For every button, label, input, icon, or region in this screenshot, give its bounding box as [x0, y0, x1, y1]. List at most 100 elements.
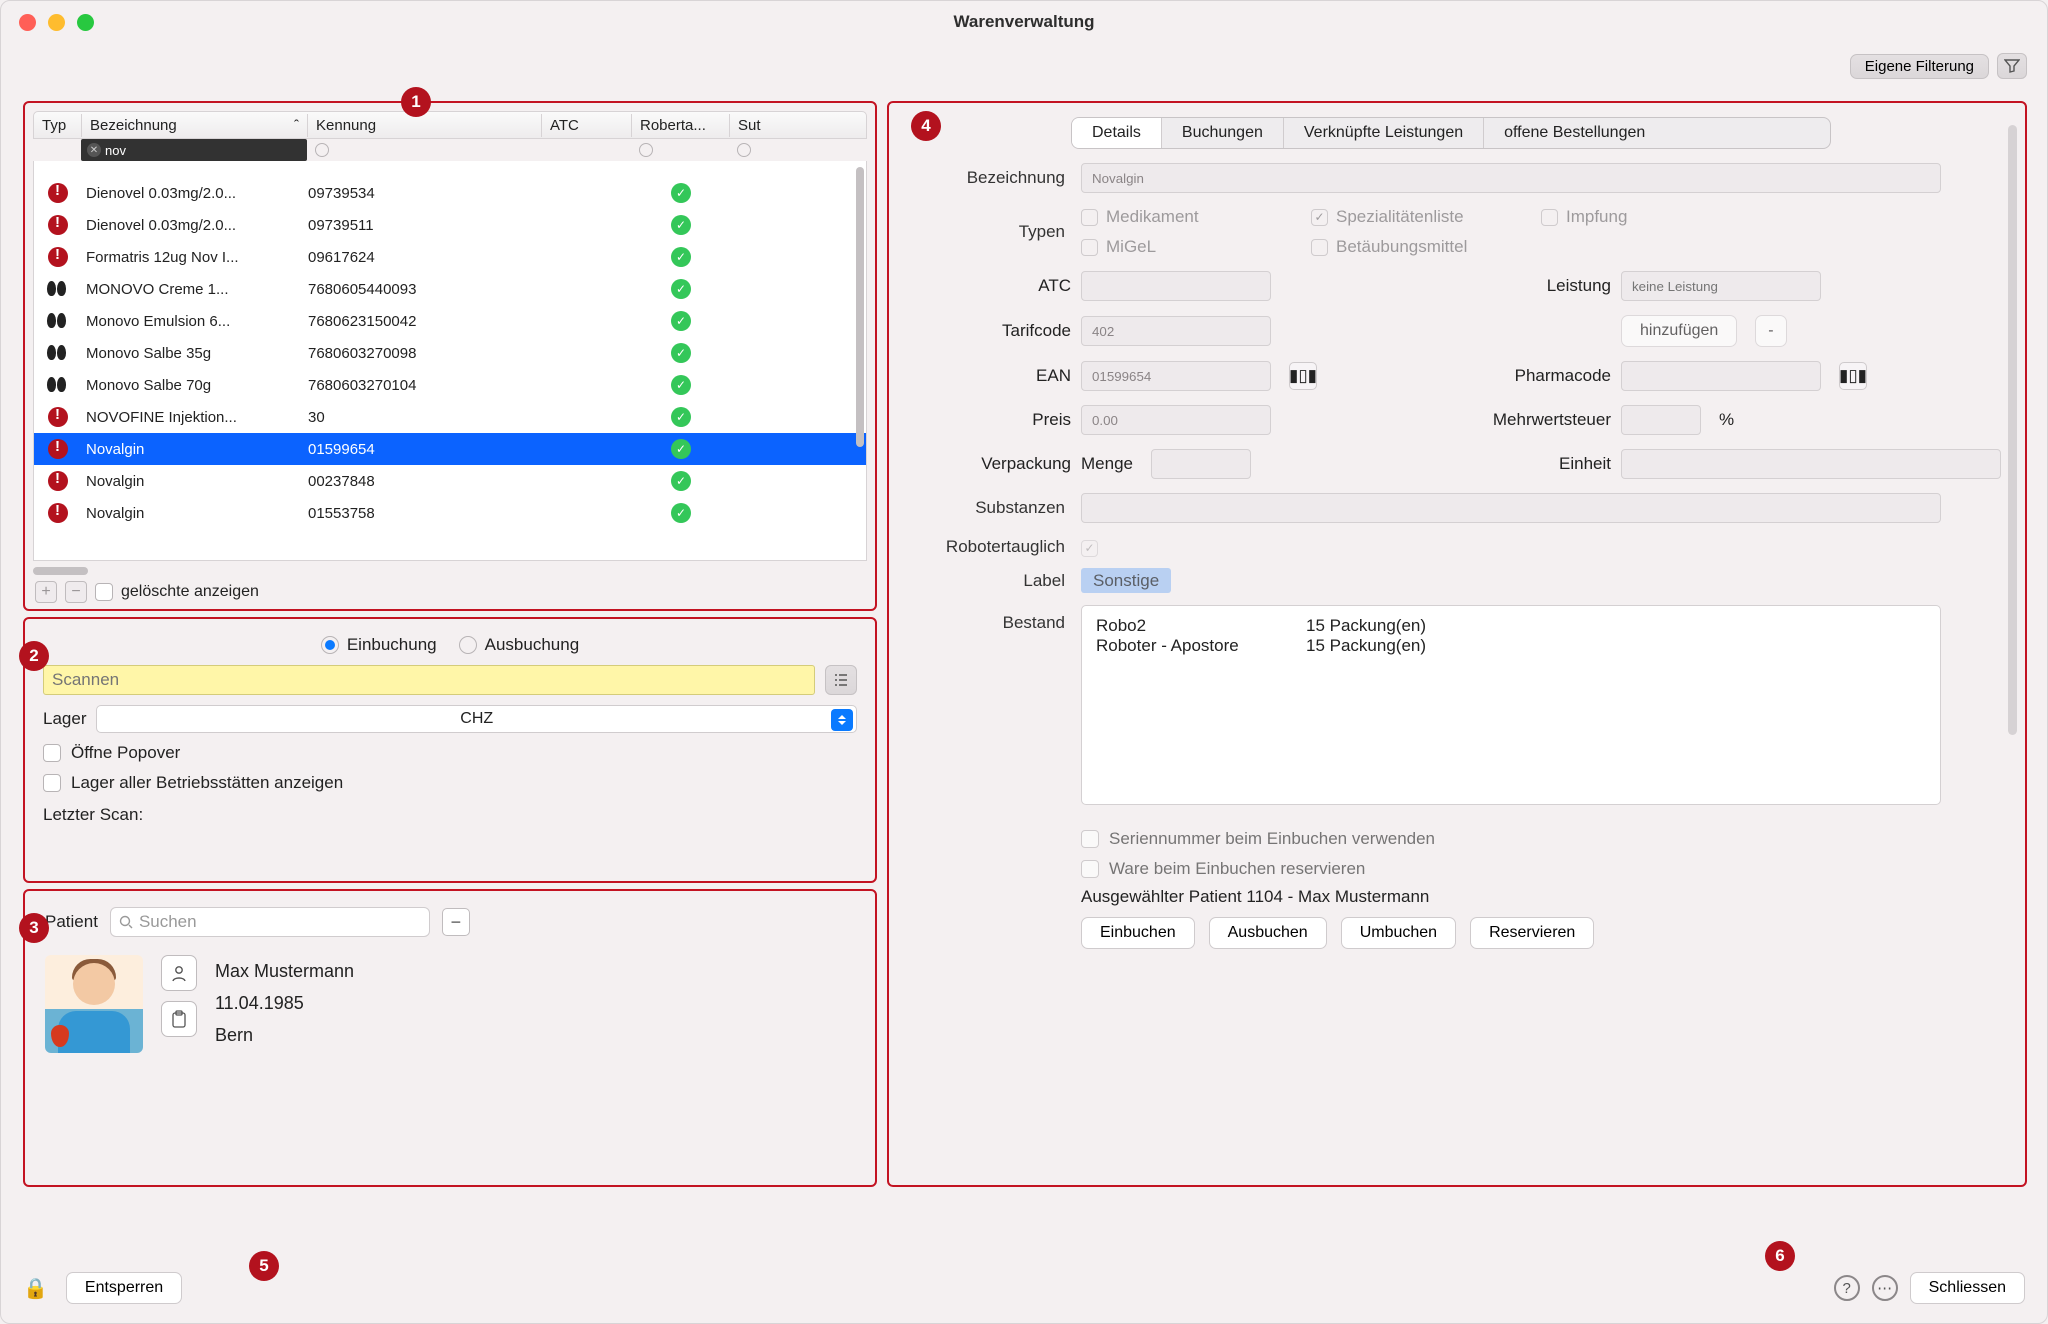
help-button[interactable]: ?: [1834, 1275, 1860, 1301]
check-icon: ✓: [671, 439, 691, 459]
titlebar: Warenverwaltung: [1, 1, 2047, 43]
patient-city: Bern: [215, 1019, 354, 1051]
table-row[interactable]: Monovo Salbe 70g7680603270104✓: [34, 369, 866, 401]
add-leistung-button[interactable]: hinzufügen: [1621, 315, 1737, 347]
reservieren-button[interactable]: Reservieren: [1470, 917, 1594, 949]
tab-leistungen[interactable]: Verknüpfte Leistungen: [1284, 118, 1484, 148]
own-filter-button[interactable]: Eigene Filterung: [1850, 54, 1989, 79]
all-locations-checkbox[interactable]: [43, 774, 61, 792]
check-icon: ✓: [671, 311, 691, 331]
table-row[interactable]: Monovo Emulsion 6...7680623150042✓: [34, 305, 866, 337]
warning-icon: [48, 503, 68, 523]
chk-medikament[interactable]: [1081, 209, 1098, 226]
einbuchen-button[interactable]: Einbuchen: [1081, 917, 1195, 949]
close-button[interactable]: Schliessen: [1910, 1272, 2025, 1304]
atc-label: ATC: [901, 276, 1071, 296]
scan-input[interactable]: [43, 665, 815, 695]
clear-patient-button[interactable]: −: [442, 908, 470, 936]
patient-name: Max Mustermann: [215, 955, 354, 987]
scan-list-button[interactable]: [825, 665, 857, 695]
patient-profile-button[interactable]: [161, 955, 197, 991]
detail-panel: Details Buchungen Verknüpfte Leistungen …: [887, 101, 2027, 1187]
check-icon: ✓: [671, 215, 691, 235]
chk-spez[interactable]: ✓: [1311, 209, 1328, 226]
table-scrollbar[interactable]: [856, 167, 864, 447]
patient-search-input[interactable]: Suchen: [110, 907, 430, 937]
patient-info: Max Mustermann 11.04.1985 Bern: [215, 955, 354, 1051]
table-body[interactable]: Dienovel 0.03mg/2.0...09739534✓Dienovel …: [33, 161, 867, 561]
col-atc[interactable]: ATC: [542, 114, 632, 137]
col-bezeichnung[interactable]: Bezeichnungˆ: [82, 114, 308, 137]
more-button[interactable]: ⋯: [1872, 1275, 1898, 1301]
check-icon: ✓: [671, 471, 691, 491]
table-row[interactable]: Dienovel 0.03mg/2.0...09739511✓: [34, 209, 866, 241]
preis-input[interactable]: [1081, 405, 1271, 435]
lager-select[interactable]: CHZ: [96, 705, 857, 733]
table-row[interactable]: MONOVO Creme 1...7680605440093✓: [34, 273, 866, 305]
ean-input[interactable]: [1081, 361, 1271, 391]
last-scan-label: Letzter Scan:: [43, 805, 143, 825]
bez-input[interactable]: [1081, 163, 1941, 193]
add-row-button[interactable]: +: [35, 581, 57, 603]
table-row[interactable]: Dienovel 0.03mg/2.0...09739534✓: [34, 177, 866, 209]
show-deleted-checkbox[interactable]: [95, 583, 113, 601]
col-sut[interactable]: Sut: [730, 114, 774, 137]
clear-filter-icon[interactable]: ✕: [87, 143, 101, 157]
tab-details[interactable]: Details: [1072, 118, 1162, 148]
umbuchen-button[interactable]: Umbuchen: [1341, 917, 1456, 949]
col-typ[interactable]: Typ: [34, 114, 82, 137]
subst-input[interactable]: [1081, 493, 1941, 523]
table-row[interactable]: Novalgin01599654✓: [34, 433, 866, 465]
check-icon: ✓: [671, 407, 691, 427]
patient-clipboard-button[interactable]: [161, 1001, 197, 1037]
remove-leistung-button[interactable]: -: [1755, 315, 1786, 347]
reserv-checkbox[interactable]: [1081, 860, 1099, 878]
table-row[interactable]: Novalgin01553758✓: [34, 497, 866, 529]
robot-label: Robotertauglich: [901, 537, 1071, 557]
unlock-button[interactable]: Entsperren: [66, 1272, 182, 1304]
mwst-input[interactable]: [1621, 405, 1701, 435]
leistung-input[interactable]: [1621, 271, 1821, 301]
atc-input[interactable]: [1081, 271, 1271, 301]
pharma-input[interactable]: [1621, 361, 1821, 391]
radio-einbuchung[interactable]: Einbuchung: [321, 635, 437, 655]
barcode-icon[interactable]: ▮▯▮: [1289, 362, 1317, 390]
ausbuchen-button[interactable]: Ausbuchen: [1209, 917, 1327, 949]
robot-checkbox[interactable]: ✓: [1081, 540, 1098, 557]
popover-checkbox[interactable]: [43, 744, 61, 762]
table-row[interactable]: Monovo Salbe 35g7680603270098✓: [34, 337, 866, 369]
filter-robot[interactable]: [639, 143, 653, 157]
table-h-scrollbar[interactable]: [33, 567, 88, 575]
radio-ausbuchung[interactable]: Ausbuchung: [459, 635, 580, 655]
detail-scrollbar[interactable]: [2008, 125, 2017, 735]
table-row[interactable]: Novalgin00237848✓: [34, 465, 866, 497]
col-robot[interactable]: Roberta...: [632, 114, 730, 137]
mwst-label: Mehrwertsteuer: [1411, 410, 1611, 430]
list-icon: [833, 673, 849, 687]
search-icon: [119, 915, 133, 929]
window-title: Warenverwaltung: [1, 12, 2047, 32]
label-chip[interactable]: Sonstige: [1081, 568, 1171, 593]
einheit-input[interactable]: [1621, 449, 2001, 479]
filter-icon-button[interactable]: [1997, 53, 2027, 79]
chk-migel[interactable]: [1081, 239, 1098, 256]
filter-sut[interactable]: [737, 143, 751, 157]
chevron-up-down-icon: [831, 709, 853, 731]
menge-input[interactable]: [1151, 449, 1251, 479]
filter-bezeichnung[interactable]: ✕nov: [81, 139, 307, 161]
barcode-icon-2[interactable]: ▮▯▮: [1839, 362, 1867, 390]
remove-row-button[interactable]: −: [65, 581, 87, 603]
check-icon: ✓: [671, 279, 691, 299]
table-row[interactable]: NOVOFINE Injektion...30✓: [34, 401, 866, 433]
table-row[interactable]: Formatris 12ug Nov I...09617624✓: [34, 241, 866, 273]
col-kennung[interactable]: Kennung: [308, 114, 542, 137]
chk-impfung[interactable]: [1541, 209, 1558, 226]
clipboard-icon: [171, 1010, 187, 1028]
tab-offene[interactable]: offene Bestellungen: [1484, 118, 1665, 148]
serien-checkbox[interactable]: [1081, 830, 1099, 848]
tab-buchungen[interactable]: Buchungen: [1162, 118, 1284, 148]
filter-kennung[interactable]: [315, 143, 329, 157]
tarif-input[interactable]: [1081, 316, 1271, 346]
chk-btm[interactable]: [1311, 239, 1328, 256]
subst-label: Substanzen: [901, 498, 1071, 518]
